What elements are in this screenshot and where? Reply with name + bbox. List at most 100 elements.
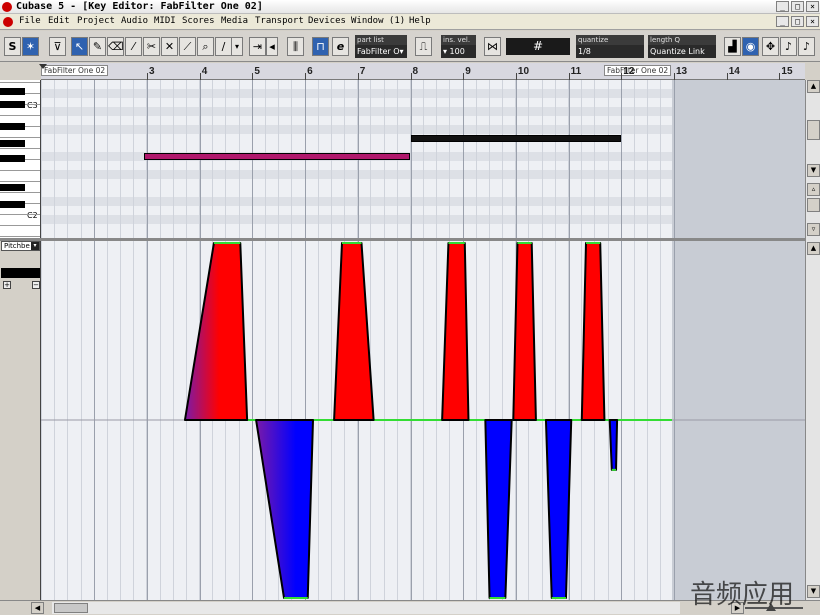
pitch-input-button[interactable]: ♪ (780, 37, 797, 56)
menu-edit[interactable]: Edit (48, 16, 70, 26)
bar-ruler[interactable]: FabFilter One 02 FabFilter One 02 3 4 5 6 7 8… (39, 63, 805, 80)
edit-active-part-button[interactable]: e (332, 37, 349, 56)
part-list-value[interactable]: FabFilter O▾ (355, 45, 407, 58)
black-key[interactable] (0, 201, 25, 208)
pitchbend-bend-down-4[interactable] (608, 419, 619, 471)
piano-keyboard[interactable]: C3 C2 (0, 80, 41, 238)
menu-transport[interactable]: Transport (255, 16, 304, 26)
move-insert-button[interactable]: ✥ (762, 37, 779, 56)
part-end-area (672, 80, 805, 238)
insert-velocity-label: ins. vel. (441, 35, 476, 45)
quantize-presets-button[interactable]: ⫼ (287, 37, 304, 56)
zoom-tool[interactable]: ⌕ (197, 37, 214, 56)
scroll-down-button[interactable]: ▼ (807, 164, 820, 177)
erase-tool[interactable]: ⌫ (107, 37, 124, 56)
quantize-field[interactable]: quantize 1/8 (576, 35, 644, 59)
pencil-icon: ✎ (92, 40, 103, 53)
line-mode-dropdown[interactable]: ▾ (231, 37, 243, 56)
scroll-left-button[interactable]: ◀ (31, 602, 44, 614)
draw-tool[interactable]: ✎ (89, 37, 106, 56)
ruler-bar-11: 11 (570, 66, 582, 77)
solo-button[interactable]: S (4, 37, 21, 56)
controller-selector[interactable]: Pitchbe ▾ (1, 241, 40, 251)
menu-devices[interactable]: Devices (308, 16, 346, 26)
pitchbend-graph[interactable] (41, 241, 805, 600)
velocity-input-button[interactable]: ♪ (798, 37, 815, 56)
nudge-palette-button[interactable]: ⇥ (249, 37, 266, 56)
menu-scores[interactable]: Scores (182, 16, 215, 26)
remove-lane-button[interactable]: − (32, 281, 40, 289)
part-list-field[interactable]: part list FabFilter O▾ (355, 35, 407, 59)
ruler-bar-13: 13 (676, 66, 688, 77)
mute-tool[interactable]: ✕ (161, 37, 178, 56)
indicate-transpositions-button[interactable]: ⎍ (415, 37, 432, 56)
menu-midi[interactable]: MIDI (154, 16, 176, 26)
length-quantize-field[interactable]: length Q Quantize Link (648, 35, 716, 59)
midi-input-button[interactable]: ◉ (742, 37, 759, 56)
scroll-up-button[interactable]: ▲ (807, 80, 820, 93)
length-quantize-value[interactable]: Quantize Link (648, 45, 716, 58)
pitchbend-bend-up-4[interactable] (512, 242, 537, 421)
step-input-button[interactable]: ▟ (724, 37, 741, 56)
insert-velocity-field[interactable]: ins. vel. ▾ 100 (441, 35, 476, 59)
note-scroll-thumb[interactable] (807, 120, 820, 140)
trim-tool[interactable]: ⁄ (125, 37, 142, 56)
vertical-zoom-slider[interactable] (807, 198, 820, 212)
black-key[interactable] (0, 155, 25, 162)
controller-lane[interactable] (41, 241, 805, 600)
minimize-button[interactable]: _ (776, 1, 789, 12)
vertical-scrollbar[interactable]: ▲ ▼ ▵ ▿ ▲ ▼ (805, 80, 820, 600)
ruler-bar-3: 3 (149, 66, 155, 77)
zoom-down-button[interactable]: ▿ (807, 223, 820, 236)
nudge-left-button[interactable]: ◂ (266, 37, 278, 56)
horizontal-track[interactable] (52, 602, 680, 614)
pitchbend-bend-up-3[interactable] (441, 242, 470, 421)
ruler-tick (410, 73, 412, 80)
beat-gridline (449, 80, 450, 238)
object-selection-tool[interactable]: ↖ (71, 37, 88, 56)
add-lane-button[interactable]: + (3, 281, 11, 289)
pitchbend-bend-up-5[interactable] (580, 242, 606, 421)
note-display[interactable] (41, 80, 805, 238)
left-locator-marker[interactable] (39, 64, 47, 69)
pitchbend-bend-down-1[interactable] (255, 419, 315, 599)
autoscroll-button[interactable]: ✶ (22, 37, 39, 56)
doc-close-button[interactable]: × (806, 16, 819, 27)
doc-maximize-button[interactable]: □ (791, 16, 804, 27)
grid-type-display[interactable]: # (506, 38, 570, 55)
close-button[interactable]: × (806, 1, 819, 12)
snap-button[interactable]: ⋈ (484, 37, 501, 56)
midi-note-1[interactable] (144, 153, 411, 160)
pitchbend-bend-down-2[interactable] (484, 419, 513, 599)
menu-help[interactable]: Help (409, 16, 431, 26)
watermark: 音频应用 (690, 580, 795, 610)
show-part-borders-button[interactable]: ⊓ (312, 37, 329, 56)
glue-tool[interactable]: ⟋ (179, 37, 196, 56)
menu-media[interactable]: Media (221, 16, 248, 26)
menu-project[interactable]: Project (77, 16, 115, 26)
quantize-value[interactable]: 1/8 (576, 45, 644, 58)
beat-gridline (542, 80, 543, 238)
black-key[interactable] (0, 101, 25, 108)
pitchbend-bend-down-3[interactable] (544, 419, 573, 599)
split-tool[interactable]: ✂ (143, 37, 160, 56)
pitchbend-bend-up-1[interactable] (183, 242, 249, 421)
pitchbend-bend-up-2[interactable] (333, 242, 375, 421)
black-key[interactable] (0, 88, 25, 95)
horizontal-thumb[interactable] (54, 603, 88, 613)
doc-minimize-button[interactable]: _ (776, 16, 789, 27)
lane-scroll-down-button[interactable]: ▼ (807, 585, 820, 598)
menu-window[interactable]: Window (1) (351, 16, 405, 26)
midi-note-2[interactable] (410, 135, 622, 142)
lane-scroll-up-button[interactable]: ▲ (807, 242, 820, 255)
black-key[interactable] (0, 140, 25, 147)
line-tool[interactable]: ∕ (215, 37, 232, 56)
menu-file[interactable]: File (19, 16, 41, 26)
black-key[interactable] (0, 184, 25, 191)
zoom-up-button[interactable]: ▵ (807, 183, 820, 196)
menu-audio[interactable]: Audio (121, 16, 148, 26)
maximize-button[interactable]: □ (791, 1, 804, 12)
insert-velocity-value[interactable]: ▾ 100 (441, 45, 476, 58)
black-key[interactable] (0, 123, 25, 130)
filter-button[interactable]: ⊽ (49, 37, 66, 56)
